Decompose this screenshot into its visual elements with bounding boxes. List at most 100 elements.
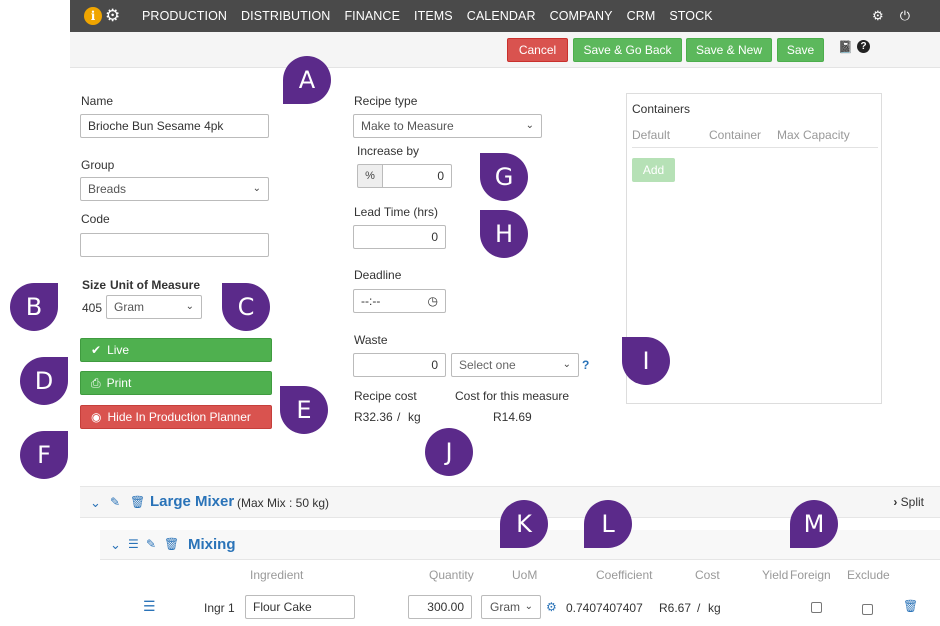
increase-by-input[interactable]: 0 [382,164,452,188]
waste-label: Waste [354,333,388,347]
chevron-right-icon: › [893,495,898,509]
recipe-type-value: Make to Measure [361,119,454,133]
check-icon: ✔ [91,343,102,357]
save-new-button[interactable]: Save & New [686,38,772,62]
add-container-button[interactable]: Add [632,158,675,182]
save-go-back-button[interactable]: Save & Go Back [573,38,682,62]
hide-in-planner-button[interactable]: ◉ Hide In Production Planner [80,405,272,429]
ingredient-cost-sep: / [697,601,701,615]
waste-input[interactable]: 0 [353,353,446,377]
marker-b: B [10,283,58,331]
name-label: Name [81,94,114,108]
ingredient-uom-select[interactable]: Gram ⌄ [481,595,541,619]
marker-j: J [425,428,473,476]
chevron-down-icon: ⌄ [185,301,194,312]
size-value: 405 [82,301,103,315]
pencil-icon[interactable]: ✎ [146,537,156,551]
chevron-down-icon: ⌄ [562,359,571,370]
info-icon[interactable]: i [84,7,102,25]
trash-icon[interactable]: 🗑 [903,599,918,613]
nav-right: ⚙ ⏻ [872,0,910,32]
marker-f: F [20,431,68,479]
deadline-value: --:-- [361,294,381,308]
top-nav: i ⚙ PRODUCTION DISTRIBUTION FINANCE ITEM… [70,0,940,32]
waste-help-icon[interactable]: ? [582,358,589,372]
recipe-type-select[interactable]: Make to Measure ⌄ [353,114,542,138]
group-select[interactable]: Breads ⌄ [80,177,269,201]
mixer-subtitle: (Max Mix : 50 kg) [237,496,330,510]
trash-icon[interactable]: 🗑 [130,495,145,509]
uom-select[interactable]: Gram ⌄ [106,295,202,319]
lead-time-label: Lead Time (hrs) [354,205,439,219]
gear-icon[interactable]: ⚙ [872,8,884,24]
lead-time-input[interactable]: 0 [353,225,446,249]
recipe-cost-value: R32.36 [354,410,393,424]
nav-production[interactable]: PRODUCTION [142,9,227,23]
recipe-type-label: Recipe type [354,94,418,108]
name-input[interactable]: Brioche Bun Sesame 4pk [80,114,269,138]
drag-handle-icon[interactable]: ☰ [128,537,139,551]
live-button[interactable]: ✔ Live [80,338,272,362]
chevron-down-icon: ⌄ [525,120,534,131]
deadline-input[interactable]: --:-- ◷ [353,289,446,313]
power-icon[interactable]: ⏻ [900,8,910,24]
group-select-value: Breads [88,182,127,196]
nav-calendar[interactable]: CALENDAR [467,9,536,23]
chevron-down-icon[interactable]: ⌄ [110,537,121,553]
book-icon[interactable]: 📓 [838,40,853,54]
nav-icons: i ⚙ [84,6,120,26]
marker-i: I [622,337,670,385]
increase-by-label: Increase by [357,144,420,158]
col-uom: UoM [512,568,538,582]
print-icon: ⎙ [91,375,101,390]
nav-items[interactable]: ITEMS [414,9,453,23]
quantity-input[interactable]: 300.00 [408,595,472,619]
waste-select-value: Select one [459,358,516,372]
deadline-label: Deadline [354,268,402,282]
col-yield: Yield [762,568,789,582]
group-label: Group [81,158,115,172]
col-ingredient: Ingredient [250,568,304,582]
print-label: Print [106,376,132,390]
drag-handle-icon[interactable]: ☰ [143,598,156,615]
coefficient-value: 0.7407407407 [566,601,643,615]
marker-e: E [280,386,328,434]
exclude-checkbox[interactable] [862,604,873,615]
help-icon[interactable]: ? [857,40,870,53]
split-label: Split [900,495,924,509]
split-button[interactable]: › Split [893,495,924,509]
trash-icon[interactable]: 🗑 [164,537,179,551]
code-input[interactable] [80,233,269,257]
ingredient-cost-unit: kg [708,601,721,615]
ingredient-uom-value: Gram [490,600,520,614]
col-coefficient: Coefficient [596,568,653,582]
chevron-down-icon[interactable]: ⌄ [90,495,101,511]
code-label: Code [81,212,110,226]
nav-finance[interactable]: FINANCE [344,9,400,23]
waste-select[interactable]: Select one ⌄ [451,353,579,377]
print-button[interactable]: ⎙ Print [80,371,272,395]
col-quantity: Quantity [429,568,474,582]
save-button[interactable]: Save [777,38,824,62]
cogs-icon[interactable]: ⚙ [105,6,120,26]
col-foreign: Foreign [790,568,831,582]
nav-distribution[interactable]: DISTRIBUTION [241,9,330,23]
nav-stock[interactable]: STOCK [669,9,712,23]
chevron-down-icon: ⌄ [524,601,533,612]
mixing-title: Mixing [188,536,236,553]
cancel-button[interactable]: Cancel [507,38,568,62]
gear-icon[interactable]: ⚙ [546,600,557,614]
containers-divider [632,147,878,148]
foreign-checkbox[interactable] [811,602,822,613]
mixer-title: Large Mixer [150,493,235,510]
hide-label: Hide In Production Planner [107,410,251,424]
ingredient-cost-value: R6.67 [659,601,692,615]
nav-crm[interactable]: CRM [627,9,656,23]
containers-title: Containers [632,102,691,116]
clock-icon[interactable]: ◷ [428,294,438,308]
ingredient-input[interactable]: Flour Cake [245,595,355,619]
nav-company[interactable]: COMPANY [550,9,613,23]
pencil-icon[interactable]: ✎ [110,495,120,509]
marker-m: M [790,500,838,548]
live-label: Live [107,343,130,357]
